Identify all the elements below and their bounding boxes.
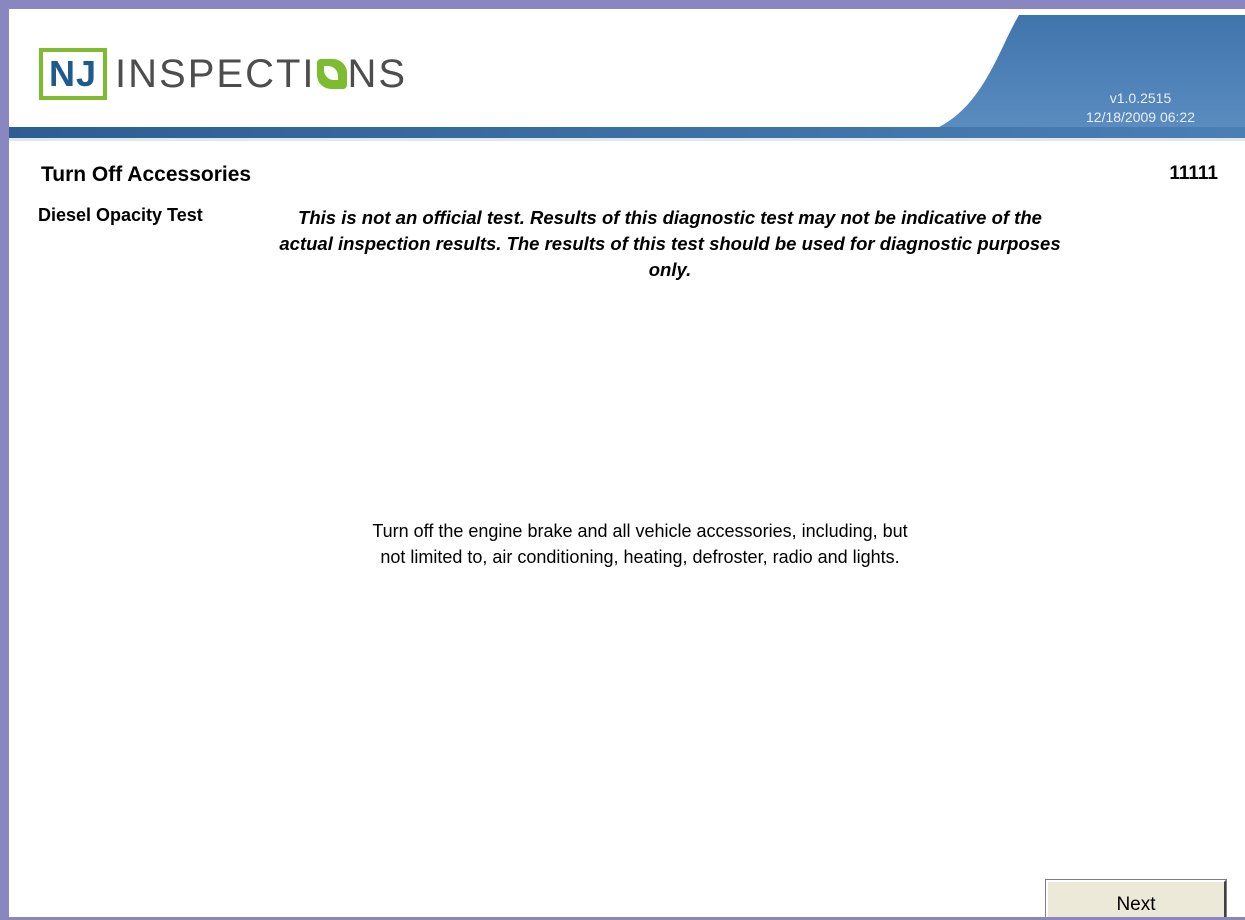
page-title: Turn Off Accessories bbox=[41, 163, 252, 186]
header-banner: NJ INSPECTI NS v1.0.2515 12/18/2009 06:2… bbox=[9, 9, 1245, 141]
logo-text-start: INSPECTI bbox=[115, 51, 316, 96]
logo-text-end: NS bbox=[347, 51, 408, 96]
logo-nj-box: NJ bbox=[39, 48, 108, 100]
version-number: v1.0.2515 bbox=[1109, 90, 1172, 106]
instructions-line-1: Turn off the engine brake and all vehicl… bbox=[372, 521, 908, 541]
logo-wordmark: INSPECTI NS bbox=[115, 52, 407, 97]
instructions-text: Turn off the engine brake and all vehicl… bbox=[255, 518, 1025, 570]
test-name-label: Diesel Opacity Test bbox=[38, 205, 203, 225]
nj-inspections-logo: NJ INSPECTI NS bbox=[39, 44, 407, 104]
timestamp: 12/18/2009 06:22 bbox=[1086, 109, 1195, 125]
screen-code: 11111 bbox=[1169, 163, 1218, 184]
diagnostic-disclaimer: This is not an official test. Results of… bbox=[279, 207, 1061, 280]
next-button[interactable]: Next bbox=[1045, 879, 1227, 920]
instructions-line-2: not limited to, air conditioning, heatin… bbox=[380, 547, 900, 567]
version-info: v1.0.2515 12/18/2009 06:22 bbox=[1086, 89, 1195, 127]
leaf-icon bbox=[316, 59, 347, 89]
